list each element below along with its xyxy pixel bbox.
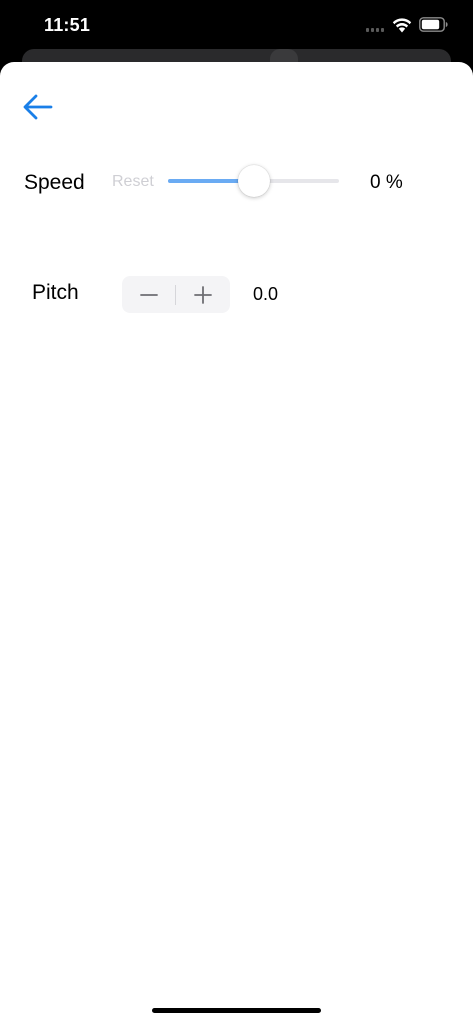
battery-icon: [419, 17, 449, 32]
pitch-label: Pitch: [32, 281, 79, 304]
app-screen: 11:51 Speed Reset 0 % Pitch 0.0: [0, 0, 473, 1024]
pitch-increment-button[interactable]: [176, 276, 229, 313]
speed-slider[interactable]: [168, 163, 339, 199]
pitch-stepper: [122, 276, 230, 313]
pitch-value: 0.0: [253, 284, 279, 304]
wifi-icon: [392, 17, 412, 33]
speed-label: Speed: [24, 171, 85, 194]
status-bar: 11:51: [0, 0, 473, 50]
home-indicator[interactable]: [152, 1008, 321, 1013]
cellular-signal-icon: [366, 28, 386, 33]
reset-button[interactable]: Reset: [112, 173, 154, 191]
settings-sheet: Speed Reset 0 % Pitch 0.0: [0, 62, 473, 1024]
speed-slider-thumb[interactable]: [237, 165, 270, 197]
back-button[interactable]: [20, 90, 56, 124]
arrow-left-icon: [23, 94, 53, 120]
plus-icon: [193, 285, 212, 304]
pitch-decrement-button[interactable]: [122, 276, 175, 313]
minus-icon: [139, 293, 158, 296]
speed-value: 0 %: [370, 172, 403, 193]
status-time: 11:51: [44, 15, 91, 35]
